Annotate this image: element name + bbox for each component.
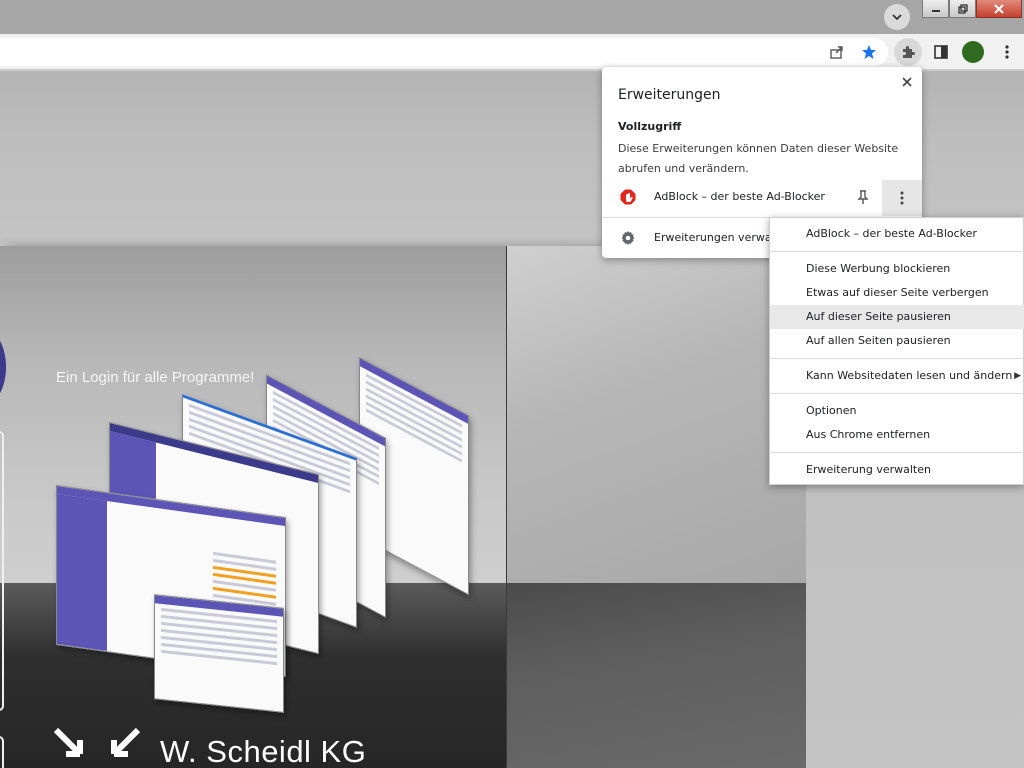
- bookmark-star-icon: [862, 45, 876, 59]
- slider-frame: [0, 431, 4, 711]
- close-window-button[interactable]: [976, 0, 1022, 18]
- extension-item-adblock[interactable]: AdBlock – der beste Ad-Blocker: [602, 180, 922, 216]
- adblock-icon: [620, 189, 636, 205]
- bookmark-button[interactable]: [858, 41, 880, 63]
- tab-strip: [0, 0, 1024, 34]
- access-section-title: Vollzugriff: [618, 120, 682, 133]
- address-bar[interactable]: [0, 38, 888, 66]
- side-panel-icon: [934, 45, 948, 59]
- restore-button[interactable]: [949, 0, 976, 18]
- menu-item-extension-header[interactable]: AdBlock – der beste Ad-Blocker: [770, 222, 1024, 246]
- close-icon: [902, 77, 912, 87]
- chevron-down-icon: [892, 14, 902, 21]
- menu-item-hide-something[interactable]: Etwas auf dieser Seite verbergen: [770, 281, 1024, 305]
- extension-more-button[interactable]: [882, 180, 922, 216]
- company-name: W. Scheidl KG: [160, 734, 367, 768]
- share-button[interactable]: [826, 41, 848, 63]
- restore-icon: [957, 3, 968, 14]
- window-controls: [922, 0, 1022, 18]
- menu-item-pause-this-site[interactable]: Auf dieser Seite pausieren: [770, 305, 1024, 329]
- close-icon: [994, 3, 1004, 14]
- manage-extensions-label: Erweiterungen verwal: [654, 231, 775, 244]
- slider-frame-lower: [0, 736, 4, 768]
- menu-separator: [770, 452, 1024, 453]
- extensions-puzzle-icon: [903, 46, 915, 58]
- menu-item-pause-all-sites[interactable]: Auf allen Seiten pausieren: [770, 329, 1024, 353]
- menu-item-options[interactable]: Optionen: [770, 399, 1024, 423]
- extensions-button[interactable]: [894, 38, 922, 66]
- hero-tagline: Ein Login für alle Programme!: [56, 369, 255, 386]
- access-section-description: Diese Erweiterungen können Daten dieser …: [618, 142, 899, 175]
- browser-toolbar: [0, 34, 1024, 70]
- adblock-context-menu: AdBlock – der beste Ad-Blocker Diese Wer…: [769, 217, 1024, 485]
- gear-icon: [621, 231, 635, 245]
- menu-item-site-access[interactable]: Kann Websitedaten lesen und ändern ▶: [770, 364, 1024, 388]
- submenu-arrow-icon: ▶: [1014, 371, 1021, 381]
- menu-separator: [770, 251, 1024, 252]
- menu-item-site-access-label: Kann Websitedaten lesen und ändern: [806, 369, 1013, 382]
- extension-name: AdBlock – der beste Ad-Blocker: [654, 190, 825, 203]
- more-vertical-icon: [900, 191, 904, 205]
- tab-search-button[interactable]: [884, 4, 910, 30]
- software-screenshots-illustration: [54, 356, 484, 726]
- hero-panel-bottom-right: [507, 583, 806, 768]
- menu-separator: [770, 393, 1024, 394]
- minimize-icon: [931, 9, 940, 12]
- share-icon: [830, 46, 843, 59]
- hero-panel-top-right: [507, 246, 806, 583]
- menu-separator: [770, 358, 1024, 359]
- profile-avatar[interactable]: [962, 41, 984, 63]
- pin-icon[interactable]: [854, 188, 872, 206]
- screenshot-card: [154, 594, 284, 713]
- browser-menu-button[interactable]: [996, 41, 1018, 63]
- extensions-popup-close-button[interactable]: [898, 73, 916, 91]
- menu-item-remove-from-chrome[interactable]: Aus Chrome entfernen: [770, 423, 1024, 447]
- hero-banner: Ein Login für alle Programme! W. Scheidl…: [0, 246, 806, 768]
- menu-item-block-ad[interactable]: Diese Werbung blockieren: [770, 257, 1024, 281]
- side-panel-button[interactable]: [930, 41, 952, 63]
- minimize-button[interactable]: [922, 0, 949, 18]
- company-logo-icon: [53, 727, 141, 757]
- extensions-popup-title: Erweiterungen: [618, 87, 721, 103]
- menu-kebab-icon: [1005, 45, 1009, 59]
- menu-item-manage-extension[interactable]: Erweiterung verwalten: [770, 458, 1024, 482]
